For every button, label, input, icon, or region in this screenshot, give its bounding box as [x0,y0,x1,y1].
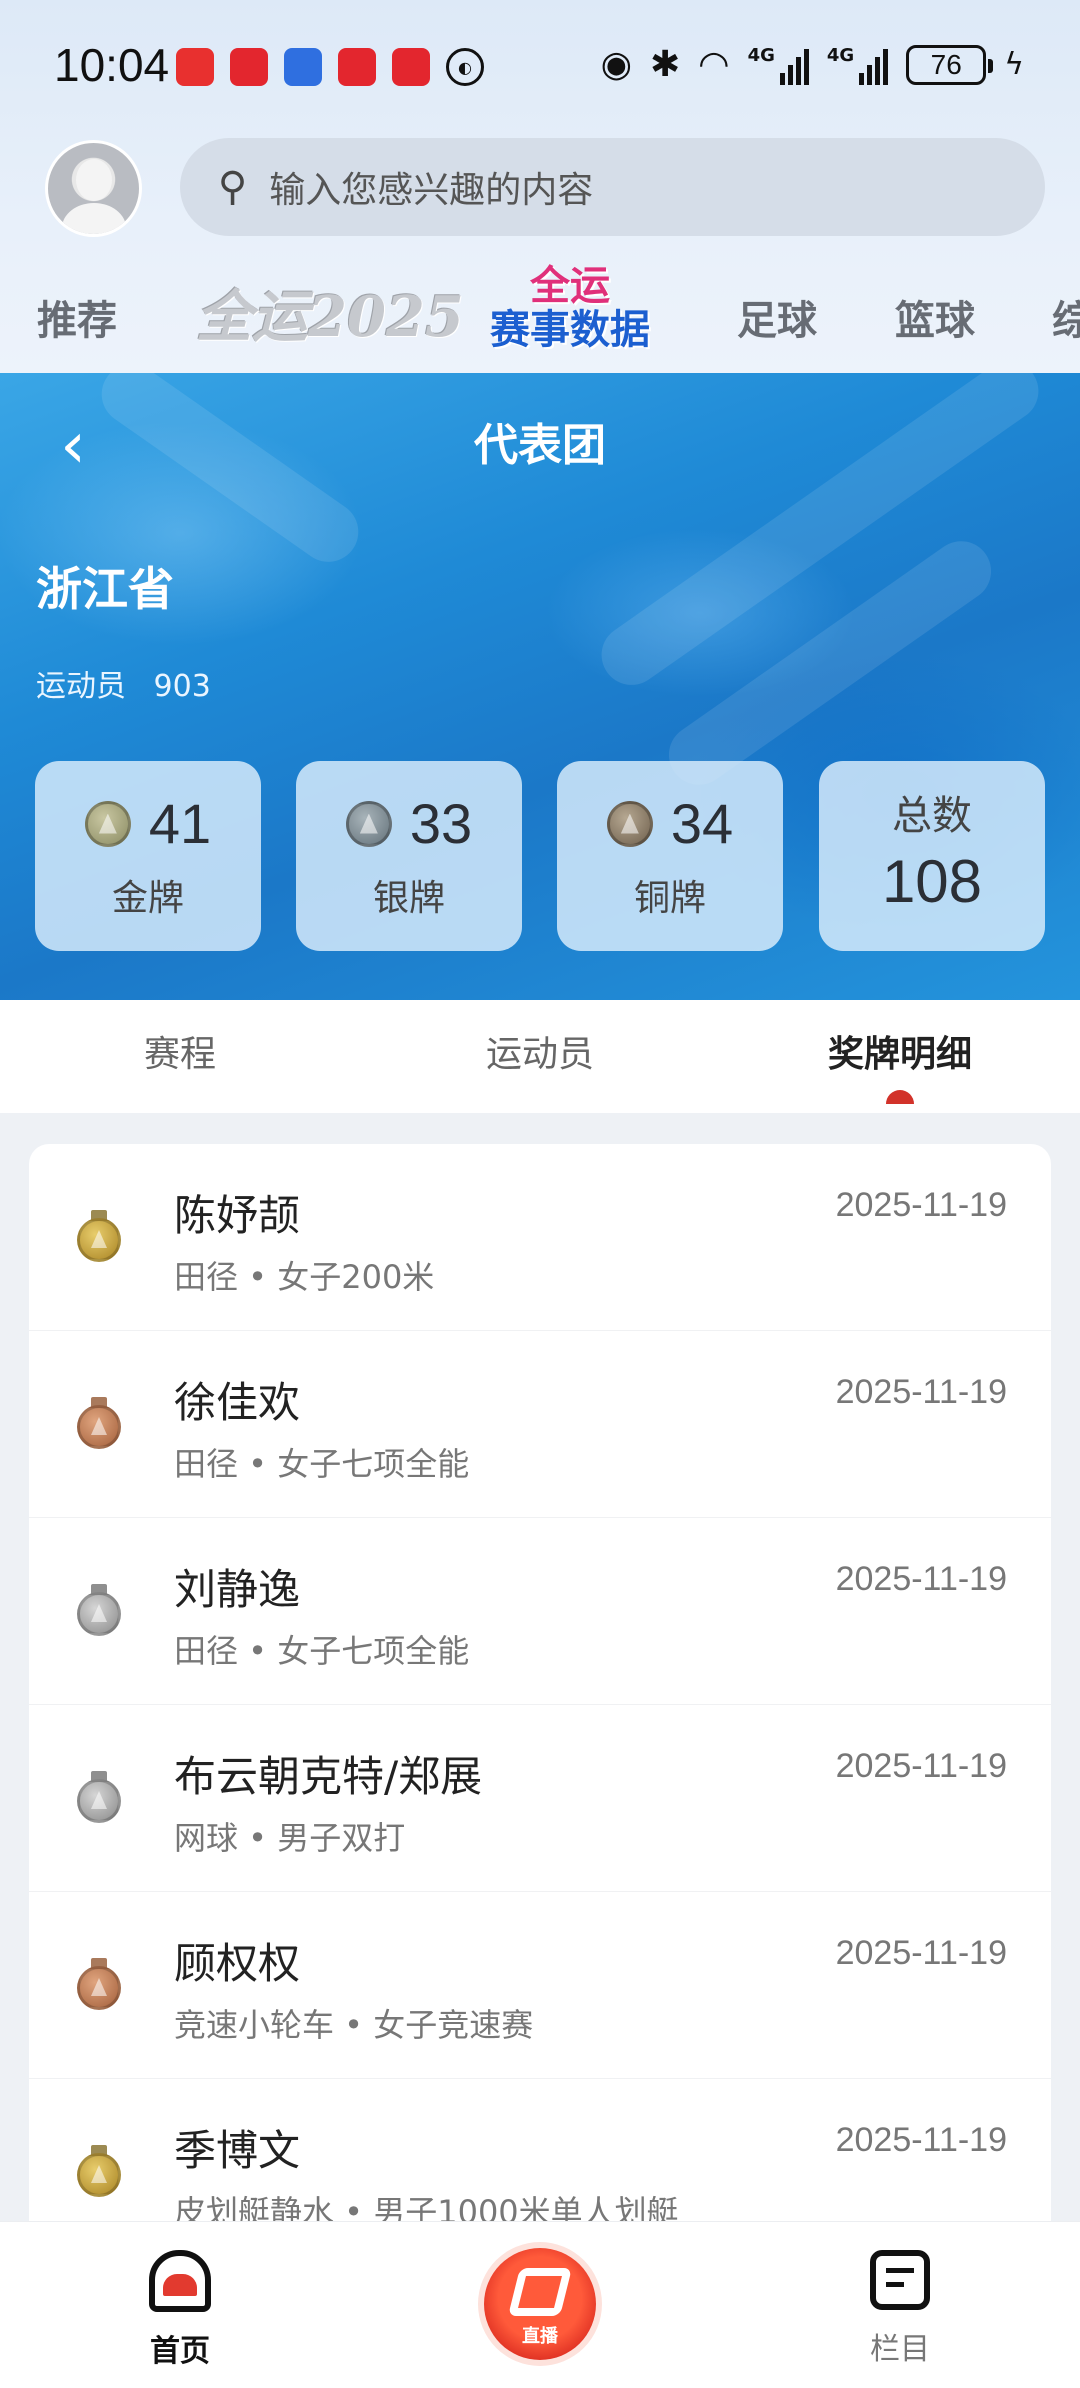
top-area: 10:04 ◐ ◉ ✱ ◠ 4G 4G 76 ϟ ⚲ 输入您感兴趣的内容 推荐 … [0,0,1080,373]
bronze-label: 铜牌 [633,878,706,919]
silver-medal-card: 33 银牌 [296,761,522,951]
channel-tab-football[interactable]: 足球 [737,288,817,346]
event-data-line2: 赛事数据 [490,307,650,353]
medal-date: 2025-11-19 [835,1560,1007,1598]
status-time: 10:04 [54,39,170,91]
athlete-name: 刘静逸 [174,1565,301,1614]
list-item[interactable]: 陈妤颉 田径 • 女子200米 2025-11-19 [29,1144,1051,1331]
home-icon [149,2250,211,2312]
battery-level: 76 [930,49,962,80]
medal-list: 陈妤颉 田径 • 女子200米 2025-11-19 徐佳欢 田径 • 女子七项… [29,1144,1051,2224]
search-icon: ⚲ [218,164,248,210]
nav-home[interactable]: 首页 [100,2250,260,2370]
gold-label: 金牌 [111,878,184,919]
list-item[interactable]: 徐佳欢 田径 • 女子七项全能 2025-11-19 [29,1331,1051,1518]
gift-app-icon [230,48,268,86]
silver-medal-icon [77,1771,121,1825]
red-grid-app-icon [338,48,376,86]
gold-medal-card: 41 金牌 [35,761,261,951]
athletes-count-row: 运动员 903 [36,661,211,705]
nav-columns-label: 栏目 [870,2332,930,2367]
silver-count: 33 [409,792,473,855]
search-input[interactable]: ⚲ 输入您感兴趣的内容 [180,138,1045,236]
bronze-medal-icon [606,800,653,847]
sub-tabs: 赛程 运动员 奖牌明细 [0,1000,1080,1113]
gold-medal-icon [84,800,131,847]
total-medal-card: 总数 108 [819,761,1045,951]
athlete-name: 顾权权 [174,1939,301,1988]
list-item[interactable]: 季博文 皮划艇静水 • 男子1000米单人划艇 2025-11-19 [29,2079,1051,2224]
list-item[interactable]: 顾权权 竞速小轮车 • 女子竞速赛 2025-11-19 [29,1892,1051,2079]
live-label: 直播 [522,2326,558,2347]
medal-summary: 41 金牌 33 银牌 34 铜牌 总数 108 [35,761,1045,951]
list-item[interactable]: 布云朝克特/郑展 网球 • 男子双打 2025-11-19 [29,1705,1051,1892]
medal-date: 2025-11-19 [835,1747,1007,1785]
team-name: 浙江省 [36,562,174,616]
event-name: 田径 • 女子200米 [174,1258,435,1296]
cell-signal-2-icon: 4G [827,45,889,85]
status-indicators: ◉ ✱ ◠ 4G 4G 76 ϟ [601,40,1024,90]
silver-medal-icon [345,800,392,847]
avatar[interactable] [45,140,142,237]
nav-columns[interactable]: 栏目 [820,2250,980,2368]
status-bar: 10:04 ◐ ◉ ✱ ◠ 4G 4G 76 ϟ [0,0,1080,130]
medal-date: 2025-11-19 [835,2121,1007,2159]
search-placeholder: 输入您感兴趣的内容 [269,170,594,211]
event-name: 竞速小轮车 • 女子竞速赛 [174,2006,534,2044]
channel-tab-basketball[interactable]: 篮球 [895,288,975,346]
bronze-count: 34 [670,792,734,855]
charging-icon: ϟ [1004,47,1024,82]
event-name: 田径 • 女子七项全能 [174,1632,470,1670]
event-data-line1: 全运 [530,263,610,309]
total-label: 总数 [892,793,972,839]
bronze-medal-card: 34 铜牌 [557,761,783,951]
silver-medal-icon [77,1584,121,1638]
athlete-name: 陈妤颉 [174,1191,301,1240]
gift2-app-icon [392,48,430,86]
channel-tab-recommend[interactable]: 推荐 [37,288,117,346]
nav-home-label: 首页 [150,2334,210,2369]
channel-tab-quanyun-logo[interactable]: 全运2025 [196,272,464,353]
athletes-label: 运动员 [36,669,126,704]
channel-tab-more[interactable]: 综 [1052,288,1080,346]
gold-medal-icon [77,1210,121,1264]
battery-icon: 76 [906,45,994,85]
live-icon [508,2268,572,2316]
columns-icon [870,2250,930,2310]
athlete-name: 徐佳欢 [174,1378,301,1427]
tab-schedule[interactable]: 赛程 [0,1000,360,1113]
eye-icon: ◉ [600,44,632,85]
gold-count: 41 [148,792,212,855]
event-name: 皮划艇静水 • 男子1000米单人划艇 [174,2193,679,2224]
wifi-icon: ◠ [698,44,730,85]
bronze-medal-icon [77,1958,121,2012]
athletes-count: 903 [153,669,211,704]
medal-date: 2025-11-19 [835,1934,1007,1972]
athlete-name: 季博文 [174,2126,301,2175]
event-name: 网球 • 男子双打 [174,1819,406,1857]
total-count: 108 [881,848,983,915]
huawei-app-icon [176,48,214,86]
status-app-icons: ◐ [176,48,484,86]
data-saver-icon: ◐ [446,48,484,86]
page-title: 代表团 [474,420,606,471]
delegation-hero: ‹ 代表团 浙江省 运动员 903 41 金牌 33 银牌 34 铜牌 总数 1… [0,373,1080,1000]
live-button[interactable]: 直播 [484,2248,596,2360]
channel-tabs: 推荐 全运2025 全运 赛事数据 足球 篮球 综 [0,258,1080,370]
event-name: 田径 • 女子七项全能 [174,1445,470,1483]
medal-date: 2025-11-19 [835,1373,1007,1411]
gold-medal-icon [77,2145,121,2199]
bluetooth-icon: ✱ [649,44,681,85]
tab-athletes[interactable]: 运动员 [360,1000,720,1113]
cell-signal-1-icon: 4G [748,45,809,85]
list-item[interactable]: 刘静逸 田径 • 女子七项全能 2025-11-19 [29,1518,1051,1705]
bottom-nav: 首页 直播 栏目 [0,2222,1080,2388]
channel-tab-event-data[interactable]: 全运 赛事数据 [478,264,662,352]
search-row: ⚲ 输入您感兴趣的内容 [0,130,1080,250]
athlete-name: 布云朝克特/郑展 [174,1752,483,1801]
bronze-medal-icon [77,1397,121,1451]
blue-app-icon [284,48,322,86]
medal-date: 2025-11-19 [835,1186,1007,1224]
silver-label: 银牌 [372,878,445,919]
